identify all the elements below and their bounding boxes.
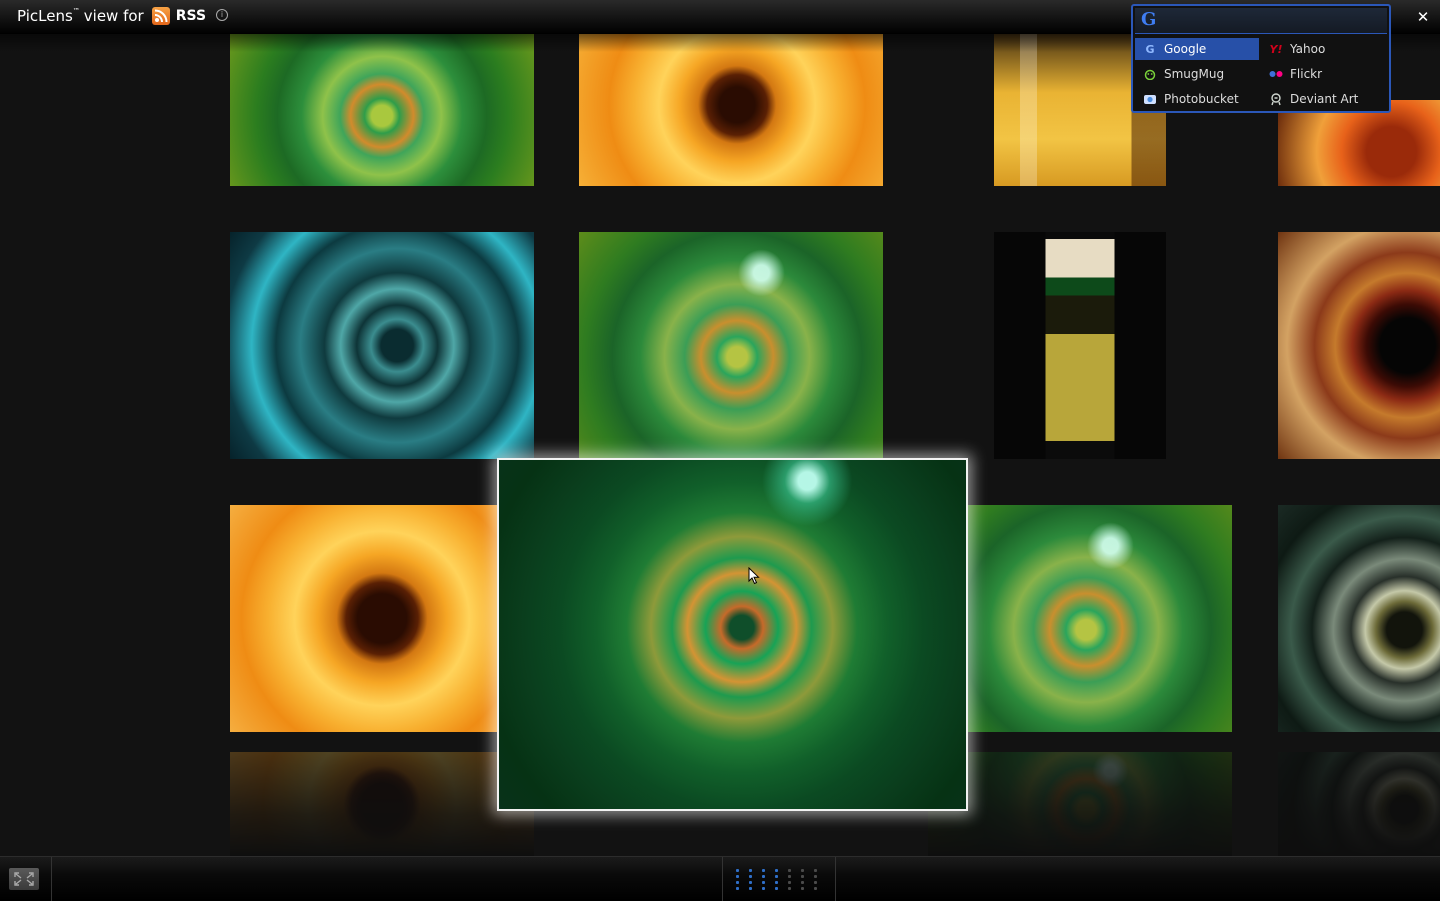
pager-dot — [814, 875, 817, 878]
pager-dot — [788, 887, 791, 890]
pager-dot — [775, 869, 778, 872]
photo-reflection — [230, 752, 534, 856]
trademark: ™ — [72, 7, 80, 15]
pager-dot — [801, 881, 804, 884]
pager-dot — [736, 869, 739, 872]
pager-dot — [775, 887, 778, 890]
google-logo-icon: G — [1141, 9, 1157, 30]
search-engine-deviantart[interactable]: Deviant Art — [1261, 88, 1385, 110]
photo-reflection — [928, 752, 1232, 856]
photo-thumbnail[interactable] — [230, 505, 534, 732]
search-engine-photobucket[interactable]: Photobucket — [1135, 88, 1259, 110]
photo-thumbnail[interactable] — [994, 232, 1166, 459]
search-panel: G G Google Y! Yahoo SmugMug Flickr Photo… — [1131, 4, 1391, 113]
pager-dot — [775, 875, 778, 878]
pager-dot — [749, 887, 752, 890]
pager-dot — [788, 869, 791, 872]
photo-thumbnail[interactable] — [1278, 505, 1440, 732]
pager-dot — [814, 869, 817, 872]
pager-dot — [736, 875, 739, 878]
selected-photo[interactable] — [497, 458, 968, 811]
pager-dot — [788, 881, 791, 884]
feed-label: RSS — [175, 8, 207, 24]
pager-dot — [801, 875, 804, 878]
pager-dot — [801, 869, 804, 872]
pager-dot — [814, 887, 817, 890]
pager-dot — [749, 875, 752, 878]
bottom-bar — [0, 856, 1440, 901]
app-name: PicLens — [17, 7, 73, 25]
flickr-icon — [1269, 67, 1283, 81]
engine-label: Flickr — [1290, 67, 1323, 81]
yahoo-icon: Y! — [1269, 42, 1283, 56]
rss-icon — [151, 7, 170, 25]
deviantart-icon — [1269, 92, 1283, 106]
divider — [835, 857, 836, 901]
pager-dot — [749, 869, 752, 872]
search-engine-yahoo[interactable]: Y! Yahoo — [1261, 38, 1385, 60]
view-for-label: view for — [83, 7, 144, 25]
divider — [722, 857, 723, 901]
title-area: PicLens ™ view for RSS — [17, 7, 206, 25]
google-icon: G — [1145, 42, 1155, 56]
engine-label: SmugMug — [1164, 67, 1225, 81]
search-engine-google[interactable]: G Google — [1135, 38, 1259, 60]
pager-dot — [814, 881, 817, 884]
pager-dot — [801, 887, 804, 890]
pager-dot — [736, 881, 739, 884]
engine-label: Deviant Art — [1290, 92, 1359, 106]
pager-dot — [762, 881, 765, 884]
engine-label: Google — [1164, 42, 1207, 56]
pager-dot — [749, 881, 752, 884]
divider — [51, 857, 52, 901]
search-engine-flickr[interactable]: Flickr — [1261, 63, 1385, 85]
mouse-cursor-icon — [748, 567, 760, 585]
smugmug-icon — [1143, 67, 1157, 81]
pager-dot — [736, 887, 739, 890]
pager-dot — [762, 875, 765, 878]
search-engine-smugmug[interactable]: SmugMug — [1135, 63, 1259, 85]
photo-thumbnail[interactable] — [579, 30, 883, 186]
photobucket-icon — [1143, 92, 1157, 106]
photo-thumbnail[interactable] — [579, 232, 883, 459]
pager-dot — [762, 869, 765, 872]
info-icon[interactable]: i — [216, 9, 228, 21]
page-indicator[interactable] — [736, 869, 826, 895]
pager-dot — [762, 887, 765, 890]
photo-thumbnail[interactable] — [230, 30, 534, 186]
close-button[interactable]: ✕ — [1406, 0, 1440, 34]
pager-dot — [775, 881, 778, 884]
photo-reflection — [1278, 752, 1440, 856]
search-input[interactable]: G — [1135, 8, 1387, 34]
fullscreen-button[interactable] — [9, 868, 39, 890]
engine-label: Yahoo — [1290, 42, 1326, 56]
engine-label: Photobucket — [1164, 92, 1239, 106]
photo-thumbnail[interactable] — [230, 232, 534, 459]
photo-thumbnail[interactable] — [1278, 232, 1440, 459]
photo-thumbnail[interactable] — [928, 505, 1232, 732]
fullscreen-icon — [14, 872, 34, 886]
pager-dot — [788, 875, 791, 878]
